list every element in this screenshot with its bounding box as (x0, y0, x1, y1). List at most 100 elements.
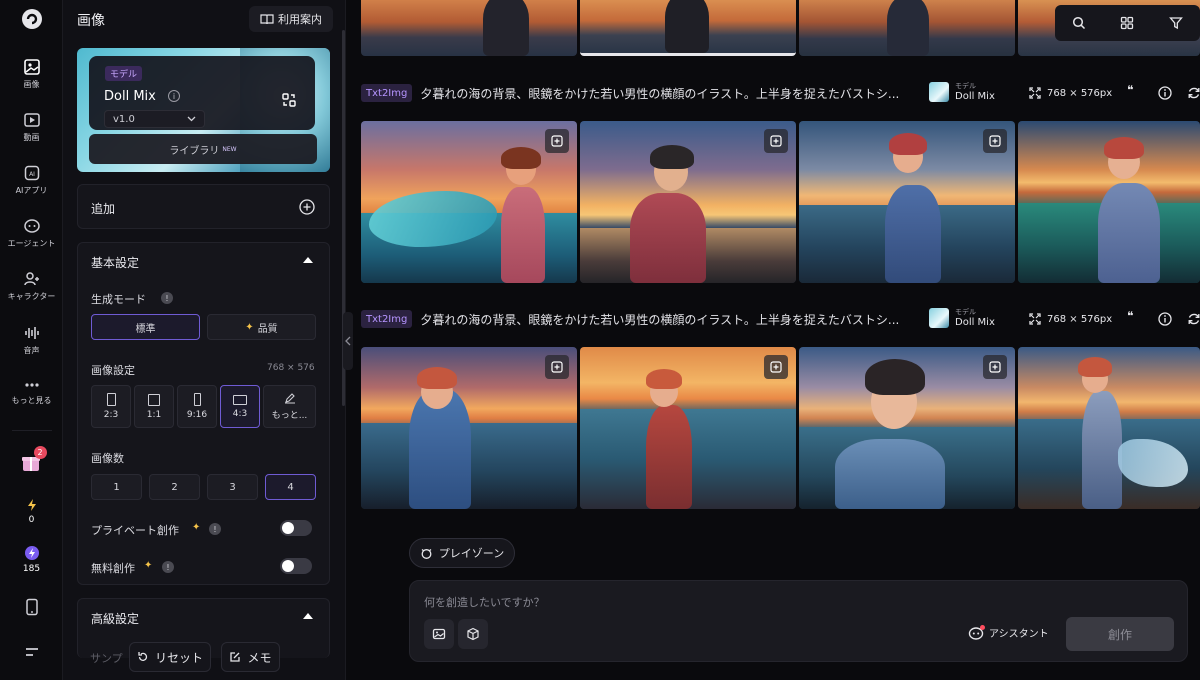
info-icon[interactable] (1158, 86, 1172, 100)
ratio-9-16-button[interactable]: 9:16 (177, 385, 217, 428)
model-chip[interactable]: モデル Doll Mix (929, 79, 995, 105)
ratio-1-1-button[interactable]: 1:1 (134, 385, 174, 428)
add-to-canvas-button[interactable] (983, 355, 1007, 379)
rail-item-agent[interactable]: エージェント (0, 217, 63, 249)
generated-image[interactable] (580, 347, 796, 509)
notification-dot (980, 624, 985, 630)
generated-image[interactable] (580, 121, 796, 283)
info-icon[interactable]: i (168, 90, 180, 102)
generated-image[interactable] (1018, 121, 1200, 283)
ai-app-icon: AI (24, 165, 39, 181)
add-to-canvas-button[interactable] (764, 129, 788, 153)
generated-image[interactable] (361, 121, 577, 283)
info-icon[interactable] (1158, 312, 1172, 326)
plus-square-icon (989, 135, 1001, 147)
plus-square-icon (770, 135, 782, 147)
version-select[interactable]: v1.0 (104, 110, 205, 128)
chevron-up-icon[interactable] (302, 256, 314, 264)
generated-image[interactable] (1018, 347, 1200, 509)
swap-model-icon[interactable] (281, 92, 297, 108)
model-tag: モデル (105, 66, 143, 81)
quote-icon[interactable]: ❝ (1127, 309, 1133, 323)
count-3-button[interactable]: 3 (207, 474, 258, 500)
mode-standard-label: 標準 (135, 323, 156, 335)
collapse-panel-handle[interactable] (343, 312, 353, 370)
private-creation-toggle[interactable] (280, 520, 312, 536)
model-card[interactable]: モデル Doll Mix i v1.0 ライブラリ NEW (77, 48, 330, 172)
plus-square-icon (989, 361, 1001, 373)
version-value: v1.0 (113, 113, 135, 125)
help-icon[interactable]: ! (161, 292, 173, 304)
model-chip[interactable]: モデル Doll Mix (929, 305, 995, 331)
image-upload-button[interactable] (424, 619, 454, 649)
playzone-button[interactable]: プレイゾーン (409, 538, 515, 568)
prompt-text[interactable]: 夕暮れの海の背景、眼鏡をかけた若い男性の横顔のイラスト。上半身を捉えたバストシ.… (420, 311, 918, 328)
rail-label: キャラクター (7, 292, 56, 301)
generated-image[interactable] (799, 121, 1015, 283)
ratio-2-3-button[interactable]: 2:3 (91, 385, 131, 428)
menu-button[interactable] (0, 646, 63, 658)
generation-header: Txt2Img 夕暮れの海の背景、眼鏡をかけた若い男性の横顔のイラスト。上半身を… (361, 308, 1200, 330)
ratio-more-button[interactable]: もっと... (263, 385, 316, 428)
grid-icon[interactable] (1120, 16, 1134, 30)
chevron-up-icon[interactable] (302, 612, 314, 620)
txt2img-tag: Txt2Img (361, 84, 413, 102)
count-label: 4 (287, 481, 294, 493)
add-section[interactable]: 追加 (77, 184, 330, 229)
quote-icon[interactable]: ❝ (1127, 83, 1133, 97)
prompt-input[interactable] (424, 593, 924, 611)
add-to-canvas-button[interactable] (764, 355, 788, 379)
help-icon[interactable]: ! (209, 523, 221, 535)
count-1-button[interactable]: 1 (91, 474, 142, 500)
usage-guide-button[interactable]: 利用案内 (249, 6, 333, 32)
gift-button[interactable]: 2 (0, 446, 63, 476)
assistant-button[interactable]: アシスタント (968, 624, 1049, 640)
regenerate-icon[interactable] (1187, 86, 1200, 100)
plus-circle-icon[interactable] (299, 199, 315, 215)
memo-button[interactable]: メモ (221, 642, 280, 672)
rail-item-audio[interactable]: 音声 (0, 324, 63, 356)
nav-rail: 画像 動画 AI AIアプリ エージェント キャラクター 音声 もっと見る 2 … (0, 0, 63, 680)
model-thumbnail (929, 308, 949, 328)
more-dots-icon (24, 383, 39, 387)
generated-image[interactable] (580, 0, 796, 56)
credit-counter[interactable]: 185 (0, 545, 63, 574)
prompt-text[interactable]: 夕暮れの海の背景、眼鏡をかけた若い男性の横顔のイラスト。上半身を捉えたバストシ.… (420, 85, 918, 102)
library-button[interactable]: ライブラリ NEW (89, 134, 317, 164)
svg-text:AI: AI (29, 171, 35, 178)
footer-partial-label: サンプ (90, 652, 123, 665)
mode-quality-button[interactable]: ✦ 品質 (207, 314, 316, 340)
add-to-canvas-button[interactable] (983, 129, 1007, 153)
filter-icon[interactable] (1168, 16, 1183, 30)
generated-image[interactable] (799, 0, 1015, 56)
logo[interactable] (0, 8, 63, 30)
lightning-icon (27, 499, 36, 511)
generated-image[interactable] (361, 347, 577, 509)
rail-item-image[interactable]: 画像 (0, 58, 63, 90)
count-4-button[interactable]: 4 (265, 474, 316, 500)
generated-image[interactable] (799, 347, 1015, 509)
add-to-canvas-button[interactable] (545, 129, 569, 153)
rail-item-more[interactable]: もっと見る (0, 378, 63, 406)
help-icon[interactable]: ! (162, 561, 174, 573)
count-2-button[interactable]: 2 (149, 474, 200, 500)
generated-image[interactable] (361, 0, 577, 56)
free-creation-toggle[interactable] (280, 558, 312, 574)
mode-standard-button[interactable]: 標準 (91, 314, 200, 340)
ratio-4-3-button[interactable]: 4:3 (220, 385, 260, 428)
memo-icon (230, 652, 241, 662)
mobile-app-button[interactable] (0, 598, 63, 616)
regenerate-icon[interactable] (1187, 312, 1200, 326)
size-value: 768 × 576px (1047, 313, 1113, 325)
search-icon[interactable] (1072, 16, 1086, 30)
energy-count: 0 (28, 515, 35, 525)
rail-item-ai-apps[interactable]: AI AIアプリ (0, 164, 63, 196)
create-button[interactable]: 創作 (1066, 617, 1174, 651)
reset-button[interactable]: リセット (129, 642, 211, 672)
3d-model-button[interactable] (458, 619, 488, 649)
rail-item-video[interactable]: 動画 (0, 111, 63, 143)
image-count-label: 画像数 (91, 452, 124, 465)
energy-counter[interactable]: 0 (0, 498, 63, 525)
rail-item-character[interactable]: キャラクター (0, 270, 63, 302)
add-to-canvas-button[interactable] (545, 355, 569, 379)
